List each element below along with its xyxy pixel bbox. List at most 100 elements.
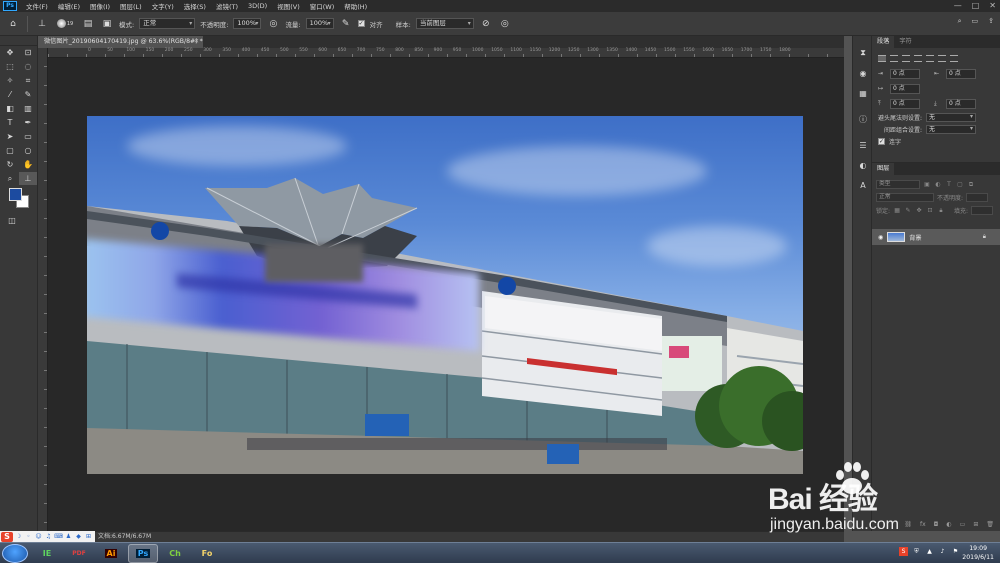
clone-source-icon[interactable]: ▣ [100,17,114,31]
ime-moon-icon[interactable]: ☽ [14,532,23,541]
delete-layer-icon[interactable]: 🗑︎ [986,521,994,528]
filter-pixel-icon[interactable]: ▣ [923,181,931,189]
taskbar-pdf-icon[interactable]: PDF [64,544,94,563]
sample-select[interactable]: 当前图层 [415,18,474,29]
lasso-tool-icon[interactable]: ◌ [19,60,37,73]
menu-window[interactable]: 窗口(W) [305,1,340,11]
tab-character[interactable]: 字符 [894,36,916,48]
ime-grid-icon[interactable]: ⊞ [84,532,93,541]
menu-file[interactable]: 文件(F) [21,1,53,11]
quick-mask-icon[interactable]: ◫ [3,214,21,227]
align-right-icon[interactable] [902,55,910,62]
taskbar-browser-icon[interactable]: IE [32,544,62,563]
blend-mode-select[interactable]: 正常 [876,193,934,202]
tray-volume-icon[interactable]: ♪ [938,547,947,556]
kinsoku-select[interactable]: 无 [926,112,977,122]
menu-type[interactable]: 文字(Y) [147,1,179,11]
tray-flag-icon[interactable]: ⚑ [951,547,960,556]
crop-tool-icon[interactable]: ⌗ [19,74,37,87]
toolbar-grip[interactable] [0,36,37,46]
close-window-button[interactable]: ✕ [989,1,996,10]
foreground-color-swatch[interactable] [9,188,22,201]
ellipse-tool-icon[interactable]: ○ [19,144,37,157]
tray-network-icon[interactable]: ▲ [925,547,934,556]
indent-left-field[interactable]: 0 点 [890,68,920,79]
marquee-tool-icon[interactable]: ⬚ [1,60,19,73]
fill-field[interactable] [971,206,994,215]
gradient-tool-icon[interactable]: ▥ [19,102,37,115]
filter-shape-icon[interactable]: ▢ [956,181,964,189]
menu-view[interactable]: 视图(V) [272,1,305,11]
new-group-icon[interactable]: ▭ [960,521,966,528]
ime-mic-icon[interactable]: ♫ [44,532,53,541]
eyedropper-tool-icon[interactable]: ⁄ [1,88,19,101]
taskbar-chrome-icon[interactable]: Ch [160,544,190,563]
menu-layer[interactable]: 图层(L) [115,1,147,11]
horizontal-ruler[interactable]: 0 50 100 150 200 250 300 350 400 450 500 550 600 650 7… [48,48,844,58]
properties-icon[interactable]: ☰ [853,138,873,152]
close-tab-icon[interactable]: ✕ [194,36,199,48]
filter-adjust-icon[interactable]: ◐ [934,181,942,189]
filter-type-icon[interactable]: T [945,181,953,189]
space-after-field[interactable]: 0 点 [946,98,976,109]
tab-paragraph[interactable]: 段落 [872,36,895,48]
tab-layers[interactable]: 图层 [872,163,895,175]
opacity-field[interactable]: 100% [233,18,262,29]
justify-right-icon[interactable] [938,55,946,62]
search-icon[interactable]: ⌕ [958,17,962,26]
pressure-size-icon[interactable]: ◎ [498,17,512,31]
lock-move-icon[interactable]: ✥ [915,207,923,215]
start-button[interactable] [2,544,28,563]
photo-canvas[interactable] [87,116,803,474]
menu-edit[interactable]: 编辑(E) [53,1,85,11]
taskbar-clock[interactable]: 19:09 2019/6/11 [962,544,994,562]
layer-row-background[interactable]: ◉ 背景 🔒︎ [872,229,1000,245]
color-icon[interactable]: ◉ [853,66,873,80]
ime-user-icon[interactable]: ♟ [64,532,73,541]
ime-shirt-icon[interactable]: ◆ [74,532,83,541]
mode-select[interactable]: 正常 [139,18,196,29]
path-select-icon[interactable]: ➤ [1,130,19,143]
menu-help[interactable]: 帮助(H) [339,1,372,11]
justify-center-icon[interactable] [926,55,934,62]
brush-preset-icon[interactable]: 19 [54,17,76,31]
artboard-tool-icon[interactable]: ⊡ [19,46,37,59]
history-icon[interactable]: ⧗ [853,46,873,60]
ime-keyboard-icon[interactable]: ⌨ [54,532,63,541]
adjustments-icon[interactable]: ◐ [853,158,873,172]
vertical-ruler[interactable] [38,48,48,531]
justify-left-icon[interactable] [914,55,922,62]
lock-pixels-icon[interactable]: ▦ [893,207,901,215]
taskbar-folder-icon[interactable]: Fo [192,544,222,563]
shape-tool-icon[interactable]: ▢ [1,144,19,157]
move-tool-icon[interactable]: ✥ [1,46,19,59]
visibility-eye-icon[interactable]: ◉ [878,234,883,241]
ime-punct-icon[interactable]: ◦ [24,532,33,541]
share-icon[interactable]: ⇪ [988,17,994,26]
align-left-icon[interactable] [878,55,886,62]
eraser-tool-icon[interactable]: ◧ [1,102,19,115]
brush-settings-icon[interactable]: ▤ [81,17,95,31]
align-center-icon[interactable] [890,55,898,62]
ignore-adjustment-icon[interactable]: ⊘ [479,17,493,31]
document-tab[interactable]: 微信图片_20190604170419.jpg @ 63.6%(RGB/8#) … [38,36,203,48]
lock-artboard-icon[interactable]: ⊡ [926,207,934,215]
info-icon[interactable]: ⓘ [853,112,873,126]
rotate-view-icon[interactable]: ↻ [1,158,19,171]
hyphenate-checkbox[interactable]: ✓ [878,137,885,145]
menu-3d[interactable]: 3D(D) [243,2,272,10]
brush-tool-icon[interactable]: ✎ [19,88,37,101]
clone-stamp-icon[interactable]: ⊥ [35,17,49,31]
space-before-field[interactable]: 0 点 [890,98,920,109]
doc-info[interactable]: 文档:6.67M/6.67M [98,532,151,542]
hand-tool-icon[interactable]: ✋ [19,158,37,171]
new-layer-icon[interactable]: ⊞ [973,521,978,528]
filter-smart-icon[interactable]: ⧉ [967,181,975,189]
indent-first-line-field[interactable]: 0 点 [890,83,920,94]
rectangle-tool-icon[interactable]: ▭ [19,130,37,143]
type-tool-icon[interactable]: T [1,116,19,129]
maximize-button[interactable]: □ [972,1,980,10]
clone-stamp-tool-icon[interactable]: ⊥ [19,172,37,185]
airbrush-icon[interactable]: ✎ [339,17,353,31]
zoom-tool-icon[interactable]: ⌕ [1,172,19,185]
